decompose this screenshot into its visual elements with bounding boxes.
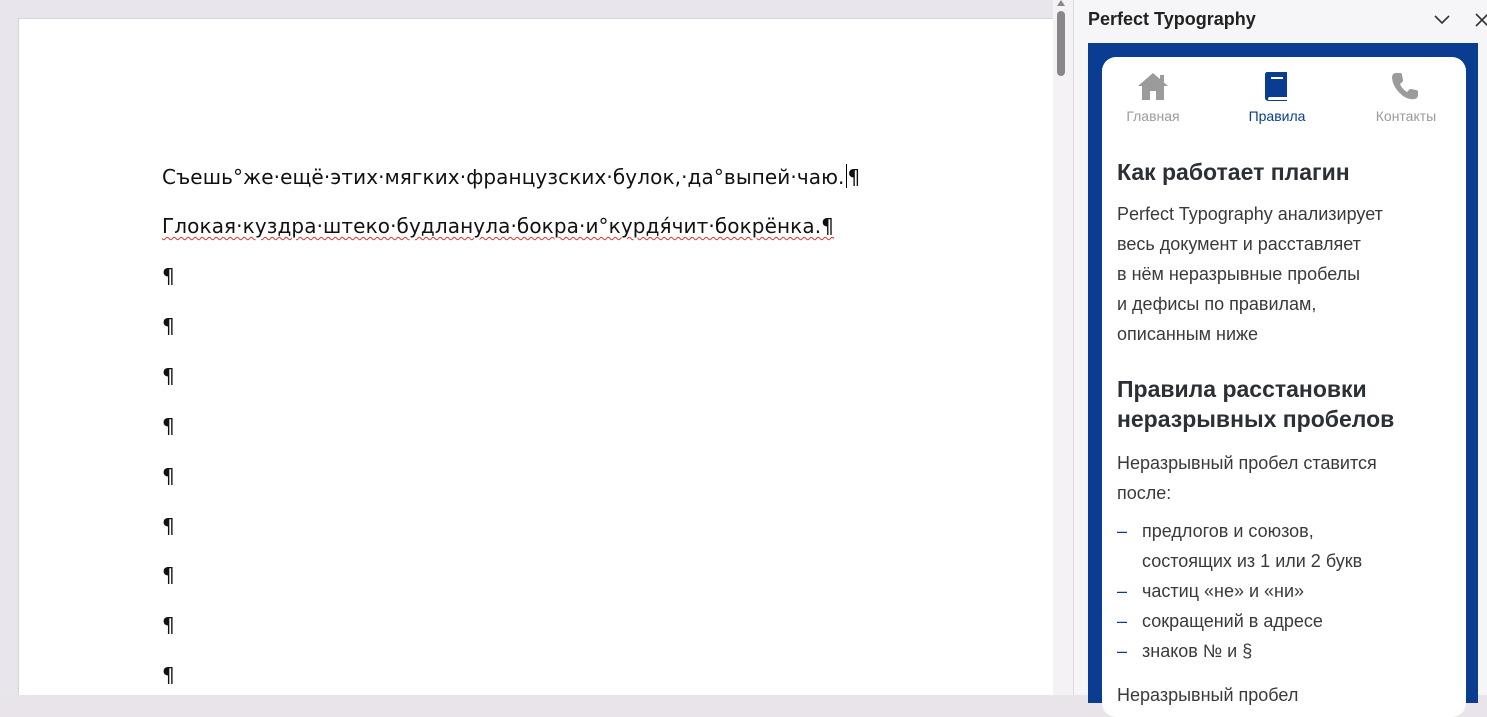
list-dash: –	[1117, 641, 1128, 661]
intro-line: Perfect Typography анализирует	[1117, 204, 1383, 224]
document-scrollbar[interactable]	[1053, 0, 1073, 695]
document-page[interactable]: Съешь°же·ещё·этих·мягких·французских·бул…	[18, 18, 1053, 695]
intro-line: описанным ниже	[1117, 324, 1259, 344]
intro-line: в нём неразрывные пробелы	[1117, 264, 1361, 284]
rules-heading-line: неразрывных пробелов	[1117, 406, 1395, 432]
list-dash: –	[1117, 581, 1128, 601]
cut-off-text: Неразрывный пробел	[1117, 685, 1299, 705]
rules-list: – предлогов и союзов, состоящих из 1 или…	[1117, 516, 1452, 666]
empty-paragraph[interactable]: ¶	[162, 264, 175, 288]
list-item-text: состоящих из 1 или 2 букв	[1142, 551, 1363, 571]
phone-icon	[1392, 73, 1418, 100]
text-cursor	[845, 164, 847, 188]
scroll-thumb[interactable]	[1057, 11, 1065, 76]
tab-home-label: Главная	[1126, 108, 1180, 124]
list-item-text: предлогов и союзов,	[1142, 521, 1314, 541]
tab-home[interactable]: Главная	[1102, 67, 1213, 133]
paragraph-2[interactable]: Глокая·куздра·штеко·будланула·бокра·и°ку…	[162, 214, 834, 238]
list-dash: –	[1117, 521, 1128, 541]
empty-paragraph[interactable]: ¶	[162, 613, 175, 637]
empty-paragraph[interactable]: ¶	[162, 464, 175, 488]
rules-heading-line: Правила расстановки	[1117, 376, 1367, 402]
scroll-up-arrow-icon[interactable]	[1057, 0, 1065, 6]
list-item: – предлогов и союзов, состоящих из 1 или…	[1117, 516, 1452, 576]
intro-line: весь документ и расставляет	[1117, 234, 1361, 254]
paragraph-1-text: Съешь°же·ещё·этих·мягких·французских·бул…	[162, 165, 845, 189]
rule-intro-line: после:	[1117, 483, 1172, 503]
home-icon	[1138, 73, 1168, 100]
addin-frame: Главная Правила Контакты Как работает пл…	[1088, 43, 1478, 717]
addin-card: Главная Правила Контакты Как работает пл…	[1102, 57, 1466, 717]
empty-paragraph[interactable]: ¶	[162, 663, 175, 687]
chevron-down-icon[interactable]	[1432, 10, 1452, 30]
intro-line: и дефисы по правилам,	[1117, 294, 1317, 314]
book-icon	[1265, 72, 1287, 101]
paragraph-2-text: Глокая·куздра·штеко·будланула·бокра·и°ку…	[162, 214, 834, 238]
paragraph-1[interactable]: Съешь°же·ещё·этих·мягких·французских·бул…	[162, 164, 860, 189]
tab-contacts[interactable]: Контакты	[1346, 67, 1466, 133]
list-item-text: знаков № и §	[1142, 641, 1253, 661]
list-dash: –	[1117, 611, 1128, 631]
list-item-text: сокращений в адресе	[1142, 611, 1323, 631]
task-pane-header: Perfect Typography	[1074, 0, 1487, 40]
task-pane-title: Perfect Typography	[1088, 9, 1256, 29]
pilcrow-mark: ¶	[847, 165, 861, 189]
rules-content: Как работает плагин Perfect Typography а…	[1117, 157, 1452, 710]
empty-paragraph[interactable]: ¶	[162, 563, 175, 587]
tab-rules[interactable]: Правила	[1217, 67, 1337, 133]
list-item-text: частиц «не» и «ни»	[1142, 581, 1305, 601]
document-area: Съешь°же·ещё·этих·мягких·французских·бул…	[0, 0, 1053, 695]
empty-paragraph[interactable]: ¶	[162, 364, 175, 388]
tab-rules-label: Правила	[1248, 108, 1306, 124]
close-icon[interactable]	[1474, 10, 1487, 30]
task-pane: Perfect Typography Главная Правила Конта…	[1073, 0, 1487, 717]
list-item: – сокращений в адресе	[1117, 606, 1452, 636]
list-item: – частиц «не» и «ни»	[1117, 576, 1452, 606]
addin-tabs: Главная Правила Контакты	[1102, 57, 1466, 137]
how-it-works-heading: Как работает плагин	[1117, 159, 1350, 185]
list-item: – знаков № и §	[1117, 636, 1452, 666]
empty-paragraph[interactable]: ¶	[162, 514, 175, 538]
empty-paragraph[interactable]: ¶	[162, 414, 175, 438]
tab-contacts-label: Контакты	[1375, 108, 1437, 124]
empty-paragraph[interactable]: ¶	[162, 314, 175, 338]
rule-intro-line: Неразрывный пробел ставится	[1117, 453, 1377, 473]
